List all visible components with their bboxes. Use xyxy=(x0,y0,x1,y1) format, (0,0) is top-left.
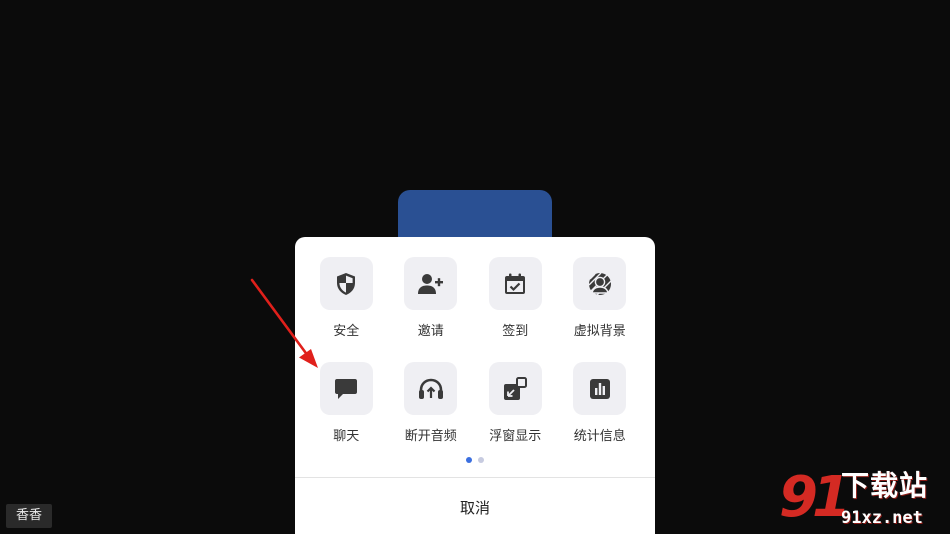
security-icon-tile xyxy=(319,257,373,310)
virtual-background-label: 虚拟背景 xyxy=(573,324,626,339)
statistics-label: 统计信息 xyxy=(573,429,626,444)
chat-label: 聊天 xyxy=(333,429,360,444)
calendar-check-icon xyxy=(505,273,526,294)
page-dot[interactable] xyxy=(478,457,484,463)
check-in-button[interactable]: 签到 xyxy=(473,257,558,362)
participant-name-tag: 香香 xyxy=(6,504,53,528)
headphones-icon xyxy=(418,378,443,399)
chat-button[interactable]: 聊天 xyxy=(304,362,389,467)
meeting-screen: 香香 安全 邀请 签到 虚拟背景 聊天 断开音频 浮窗显示 统计信息 取消 91… xyxy=(0,0,950,534)
virtual-background-button[interactable]: 虚拟背景 xyxy=(558,257,643,362)
check-in-icon-tile xyxy=(488,257,542,310)
options-row: 聊天 断开音频 浮窗显示 统计信息 xyxy=(295,362,655,467)
floating-window-icon xyxy=(504,376,528,400)
disconnect-audio-icon-tile xyxy=(404,362,458,415)
statistics-icon-tile xyxy=(573,362,627,415)
disconnect-audio-button[interactable]: 断开音频 xyxy=(389,362,474,467)
check-in-label: 签到 xyxy=(502,324,529,339)
add-user-icon xyxy=(417,273,443,294)
statistics-icon xyxy=(589,378,610,399)
floating-window-label: 浮窗显示 xyxy=(489,429,542,444)
virtual-background-icon xyxy=(588,272,612,295)
statistics-button[interactable]: 统计信息 xyxy=(558,362,643,467)
cancel-button[interactable]: 取消 xyxy=(295,478,655,534)
watermark-brand: 91 xyxy=(779,465,851,530)
invite-icon-tile xyxy=(404,257,458,310)
watermark-title: 下载站 xyxy=(841,469,929,502)
options-row: 安全 邀请 签到 虚拟背景 xyxy=(295,257,655,362)
invite-button[interactable]: 邀请 xyxy=(389,257,474,362)
page-dot-active[interactable] xyxy=(466,457,472,463)
options-grid: 安全 邀请 签到 虚拟背景 聊天 断开音频 浮窗显示 统计信息 xyxy=(295,257,655,467)
floating-window-icon-tile xyxy=(488,362,542,415)
disconnect-audio-label: 断开音频 xyxy=(404,429,457,444)
site-watermark-logo: 91 下载站 91xz.net xyxy=(775,464,950,534)
page-indicator xyxy=(295,457,655,463)
virtual-background-icon-tile xyxy=(573,257,627,310)
chat-icon xyxy=(335,378,358,399)
chat-icon-tile xyxy=(319,362,373,415)
floating-window-button[interactable]: 浮窗显示 xyxy=(473,362,558,467)
invite-label: 邀请 xyxy=(417,324,444,339)
shield-icon xyxy=(337,272,356,295)
more-options-sheet: 安全 邀请 签到 虚拟背景 聊天 断开音频 浮窗显示 统计信息 取消 xyxy=(295,237,655,534)
watermark-domain: 91xz.net xyxy=(841,508,923,528)
security-button[interactable]: 安全 xyxy=(304,257,389,362)
security-label: 安全 xyxy=(333,324,360,339)
